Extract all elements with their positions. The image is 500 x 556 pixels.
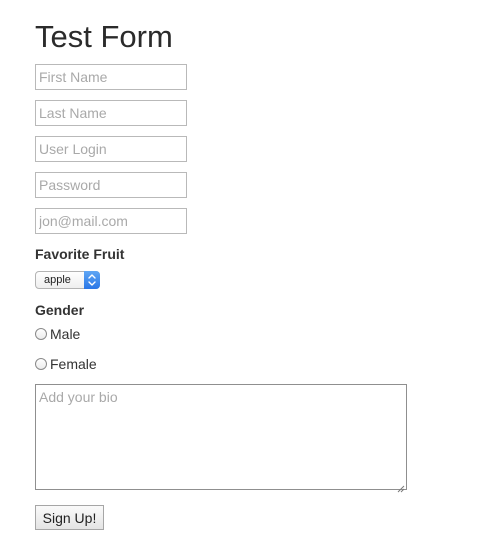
last-name-input[interactable] xyxy=(35,100,187,126)
bio-textarea[interactable] xyxy=(35,384,407,490)
favorite-fruit-label: Favorite Fruit xyxy=(35,246,125,262)
favorite-fruit-select[interactable]: apple xyxy=(35,271,100,289)
up-down-chevron-icon xyxy=(84,271,100,289)
first-name-input[interactable] xyxy=(35,64,187,90)
radio-button-female[interactable] xyxy=(35,358,47,370)
gender-label: Gender xyxy=(35,302,85,318)
page-title: Test Form xyxy=(35,19,173,54)
password-input[interactable] xyxy=(35,172,187,198)
radio-label-male: Male xyxy=(50,326,81,342)
gender-option-female[interactable]: Female xyxy=(35,355,97,373)
email-input[interactable] xyxy=(35,208,187,234)
resize-grip-icon[interactable] xyxy=(397,480,405,493)
radio-label-female: Female xyxy=(50,356,97,372)
user-login-input[interactable] xyxy=(35,136,187,162)
gender-option-male[interactable]: Male xyxy=(35,325,80,343)
favorite-fruit-selected-value: apple xyxy=(44,274,71,286)
sign-up-button[interactable]: Sign Up! xyxy=(35,505,104,530)
radio-button-male[interactable] xyxy=(35,328,47,340)
